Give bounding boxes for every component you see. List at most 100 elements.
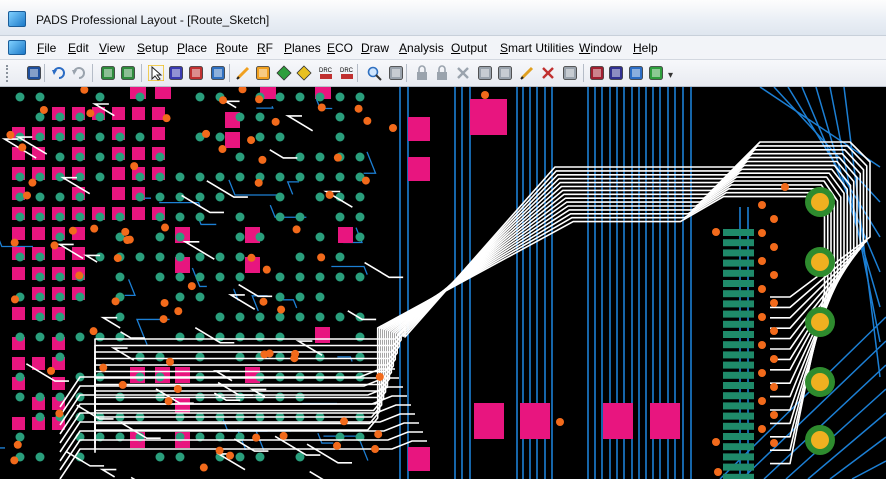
diamond-yellow-icon[interactable]	[296, 65, 312, 81]
toolbar-overflow-icon[interactable]: ▾	[668, 70, 673, 81]
menu-window[interactable]: Window	[579, 41, 622, 55]
drc-check-icon[interactable]: DRC	[339, 65, 355, 81]
via	[28, 178, 37, 187]
unroute-icon[interactable]	[562, 65, 578, 81]
menu-view[interactable]: View	[99, 41, 125, 55]
toolbar-grip[interactable]	[6, 65, 11, 82]
via	[375, 372, 384, 381]
via-dot	[115, 132, 125, 142]
menu-setup[interactable]: Setup	[137, 41, 168, 55]
via	[10, 295, 19, 304]
select-mode-icon[interactable]	[147, 64, 165, 82]
menu-smart-utilities[interactable]: Smart Utilities	[500, 41, 574, 55]
via	[271, 117, 280, 126]
unlock-icon[interactable]	[434, 65, 450, 81]
connector-pad	[723, 341, 754, 349]
menu-output[interactable]: Output	[451, 41, 487, 55]
delete-icon[interactable]	[455, 65, 471, 81]
via-dot	[355, 332, 365, 342]
find-icon[interactable]	[366, 65, 382, 81]
cut-net-icon[interactable]	[540, 65, 556, 81]
undo-icon[interactable]	[51, 65, 67, 81]
menu-draw[interactable]: Draw	[361, 41, 389, 55]
stackup-icon[interactable]	[589, 65, 605, 81]
via-dot	[75, 192, 85, 202]
via-dot	[155, 212, 165, 222]
via-dot	[275, 192, 285, 202]
connector-pad	[723, 473, 754, 479]
layers-icon[interactable]	[608, 65, 624, 81]
menu-rf[interactable]: RF	[257, 41, 273, 55]
display-control-icon[interactable]	[100, 65, 116, 81]
via-dot	[235, 272, 245, 282]
via-dot	[215, 192, 225, 202]
component-pad	[603, 403, 633, 439]
connector-pad	[723, 412, 754, 420]
redo-icon[interactable]	[71, 65, 87, 81]
via-dot	[275, 292, 285, 302]
menu-place[interactable]: Place	[177, 41, 207, 55]
menu-eco[interactable]: ECO	[327, 41, 353, 55]
view-board-icon[interactable]	[120, 65, 136, 81]
grid-icon[interactable]	[477, 65, 493, 81]
menu-edit[interactable]: Edit	[68, 41, 89, 55]
via-dot	[275, 352, 285, 362]
bga-pad	[32, 227, 45, 240]
pcb-layout-canvas[interactable]	[0, 87, 886, 479]
via	[121, 227, 130, 236]
via-dot	[115, 152, 125, 162]
menu-route[interactable]: Route	[216, 41, 248, 55]
folder-open-icon[interactable]	[235, 65, 251, 81]
via	[10, 238, 19, 247]
via-dot	[15, 172, 25, 182]
connector-pad	[723, 249, 754, 257]
lock-icon[interactable]	[414, 65, 430, 81]
connector-pad	[723, 402, 754, 410]
bga-pad	[112, 107, 125, 120]
via-dot	[335, 92, 345, 102]
through-hole-center	[811, 193, 829, 211]
bga-pad	[132, 207, 145, 220]
bga-pad	[12, 417, 25, 430]
pen-icon[interactable]	[519, 65, 535, 81]
menu-analysis[interactable]: Analysis	[399, 41, 444, 55]
main-toolbar: DRC DRC ▾	[0, 60, 886, 87]
via-dot	[215, 132, 225, 142]
properties-icon[interactable]	[255, 65, 271, 81]
via-dot	[295, 212, 305, 222]
via	[90, 224, 99, 233]
batch-icon[interactable]	[648, 65, 664, 81]
via-dot	[195, 352, 205, 362]
grid-snap-icon[interactable]	[497, 65, 513, 81]
via-dot	[275, 132, 285, 142]
connector-pad	[723, 290, 754, 298]
place-part-icon[interactable]	[168, 65, 184, 81]
connector-pad	[723, 453, 754, 461]
drc-icon[interactable]: DRC	[318, 65, 334, 81]
via-dot	[155, 192, 165, 202]
menu-file[interactable]: File	[37, 41, 56, 55]
via	[255, 95, 264, 104]
via	[712, 438, 720, 446]
via-dot	[55, 152, 65, 162]
menu-planes[interactable]: Planes	[284, 41, 321, 55]
via	[160, 298, 169, 307]
connector-pad	[723, 259, 754, 267]
via-dot	[75, 132, 85, 142]
via-dot	[135, 132, 145, 142]
via	[758, 397, 766, 405]
via	[770, 215, 778, 223]
via-dot	[35, 392, 45, 402]
diamond-green-icon[interactable]	[276, 65, 292, 81]
copy-icon[interactable]	[628, 65, 644, 81]
document-icon[interactable]	[8, 40, 26, 55]
via-dot	[15, 372, 25, 382]
via	[770, 439, 778, 447]
toolbar-separator	[141, 64, 142, 82]
sketch-route-icon[interactable]	[210, 65, 226, 81]
via-dot	[355, 272, 365, 282]
save-icon[interactable]	[26, 65, 42, 81]
print-icon[interactable]	[388, 65, 404, 81]
route-icon[interactable]	[188, 65, 204, 81]
menu-help[interactable]: Help	[633, 41, 658, 55]
